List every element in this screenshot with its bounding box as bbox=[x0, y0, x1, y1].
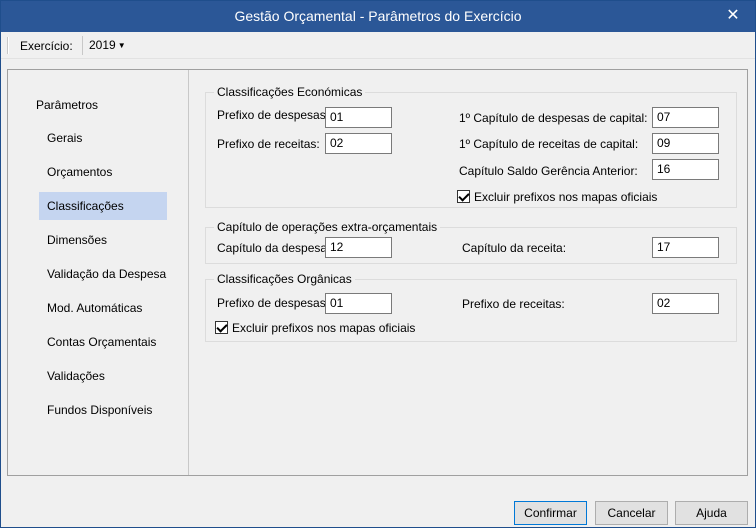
chevron-down-icon: ▼ bbox=[117, 41, 126, 50]
exercicio-dropdown[interactable]: 2019 ▼ bbox=[89, 38, 126, 52]
cap-receitas-capital-input[interactable]: 09 bbox=[652, 133, 719, 154]
close-icon[interactable]: ✕ bbox=[723, 6, 743, 26]
cap-saldo-gerencia-label: Capítulo Saldo Gerência Anterior: bbox=[459, 164, 638, 178]
extra-cap-despesa-input[interactable]: 12 bbox=[325, 237, 392, 258]
nav-item-fundos-disponiveis[interactable]: Fundos Disponíveis bbox=[39, 396, 167, 424]
nav-item-dimensoes[interactable]: Dimensões bbox=[39, 226, 167, 254]
extra-cap-receita-label: Capítulo da receita: bbox=[462, 241, 567, 255]
nav-item-mod-automaticas[interactable]: Mod. Automáticas bbox=[39, 294, 167, 322]
cap-saldo-gerencia-input[interactable]: 16 bbox=[652, 159, 719, 180]
org-prefixo-receitas-input[interactable]: 02 bbox=[652, 293, 719, 314]
exercicio-label: Exercício: bbox=[20, 39, 73, 53]
eco-prefixo-despesas-label: Prefixo de despesas: bbox=[217, 108, 330, 122]
toolbar-separator bbox=[82, 36, 83, 55]
checkbox-checked-icon bbox=[215, 321, 228, 334]
toolbar: Exercício: 2019 ▼ bbox=[1, 32, 755, 59]
nav-item-validacoes[interactable]: Validações bbox=[39, 362, 167, 390]
window-title: Gestão Orçamental - Parâmetros do Exercí… bbox=[234, 8, 522, 24]
nav-item-gerais[interactable]: Gerais bbox=[39, 124, 167, 152]
cap-receitas-capital-label: 1º Capítulo de receitas de capital: bbox=[459, 137, 639, 151]
eco-excluir-prefixos-checkbox[interactable]: Excluir prefixos nos mapas oficiais bbox=[457, 190, 657, 204]
eco-prefixo-receitas-input[interactable]: 02 bbox=[325, 133, 392, 154]
nav-root-parametros: Parâmetros bbox=[36, 98, 99, 112]
nav-tree: Parâmetros Gerais Orçamentos Classificaç… bbox=[8, 70, 189, 475]
eco-excluir-prefixos-label: Excluir prefixos nos mapas oficiais bbox=[474, 190, 658, 204]
org-prefixo-despesas-label: Prefixo de despesas: bbox=[217, 296, 330, 310]
org-excluir-prefixos-label: Excluir prefixos nos mapas oficiais bbox=[232, 321, 416, 335]
cap-despesas-capital-label: 1º Capítulo de despesas de capital: bbox=[459, 111, 648, 125]
extra-cap-receita-input[interactable]: 17 bbox=[652, 237, 719, 258]
exercicio-value: 2019 bbox=[89, 38, 116, 52]
dialog-window: Gestão Orçamental - Parâmetros do Exercí… bbox=[0, 0, 756, 528]
cancelar-button[interactable]: Cancelar bbox=[595, 501, 668, 525]
nav-item-validacao-despesa[interactable]: Validação da Despesa bbox=[39, 260, 167, 288]
org-prefixo-despesas-input[interactable]: 01 bbox=[325, 293, 392, 314]
main-panel: Parâmetros Gerais Orçamentos Classificaç… bbox=[7, 69, 748, 476]
group-title-economicas: Classificações Económicas bbox=[214, 85, 366, 99]
title-bar: Gestão Orçamental - Parâmetros do Exercí… bbox=[1, 1, 755, 32]
eco-prefixo-receitas-label: Prefixo de receitas: bbox=[217, 137, 320, 151]
org-prefixo-receitas-label: Prefixo de receitas: bbox=[462, 297, 565, 311]
confirmar-button[interactable]: Confirmar bbox=[514, 501, 587, 525]
eco-prefixo-despesas-input[interactable]: 01 bbox=[325, 107, 392, 128]
toolbar-grip bbox=[7, 37, 9, 54]
nav-item-classificacoes[interactable]: Classificações bbox=[39, 192, 167, 220]
org-excluir-prefixos-checkbox[interactable]: Excluir prefixos nos mapas oficiais bbox=[215, 321, 415, 335]
nav-item-contas-orcamentais[interactable]: Contas Orçamentais bbox=[39, 328, 167, 356]
group-title-extra: Capítulo de operações extra-orçamentais bbox=[214, 220, 441, 234]
group-title-organicas: Classificações Orgânicas bbox=[214, 272, 355, 286]
extra-cap-despesa-label: Capítulo da despesa: bbox=[217, 241, 331, 255]
content-area: Classificações Económicas Prefixo de des… bbox=[189, 70, 747, 475]
cap-despesas-capital-input[interactable]: 07 bbox=[652, 107, 719, 128]
ajuda-button[interactable]: Ajuda bbox=[675, 501, 748, 525]
nav-item-orcamentos[interactable]: Orçamentos bbox=[39, 158, 167, 186]
checkbox-checked-icon bbox=[457, 190, 470, 203]
